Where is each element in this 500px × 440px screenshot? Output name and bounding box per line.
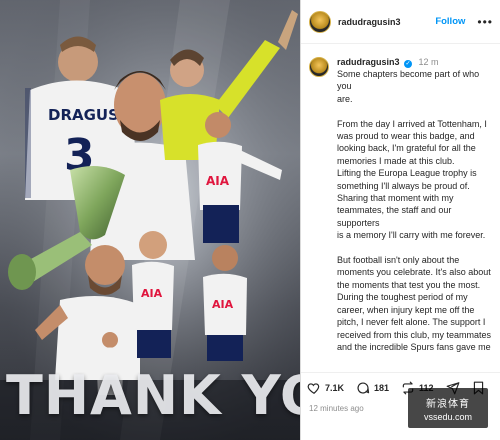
caption-line: teammates, the staff and our supporters <box>337 205 452 228</box>
watermark-line2: vssedu.com <box>423 411 473 422</box>
sponsor-logo-middle: AIA <box>141 287 163 300</box>
caption-header: radudragusin3 ✓ 12 m <box>337 56 493 68</box>
like-count: 7.1K <box>325 382 345 393</box>
caption-avatar[interactable] <box>309 57 329 77</box>
follow-button[interactable]: Follow <box>435 16 465 27</box>
caption-paragraph-gap <box>337 242 493 254</box>
caption-line: was proud to wear this badge, and <box>337 131 475 142</box>
caption-body: radudragusin3 ✓ 12 m Some chapters becom… <box>337 56 493 353</box>
caption-line: and the incredible Spurs fans gave me <box>337 341 491 352</box>
comment-count: 181 <box>374 382 390 393</box>
caption-line: But football isn't only about the <box>337 255 460 266</box>
caption-line: From the day I arrived at Tottenham, I <box>337 118 487 129</box>
comment-icon[interactable] <box>356 381 370 395</box>
post-timestamp[interactable]: 12 minutes ago <box>309 404 364 413</box>
caption-line: moments you celebrate. It's also about <box>337 267 491 278</box>
header-username[interactable]: radudragusin3 <box>338 17 401 27</box>
caption-line: memories I made at this club. <box>337 155 455 166</box>
caption-line: something I'll always be proud of. <box>337 180 470 191</box>
caption-line: Sharing that moment with my <box>337 193 454 204</box>
caption-line: are. <box>337 93 353 104</box>
caption-line: Lifting the Europa League trophy is <box>337 168 477 179</box>
caption-username[interactable]: radudragusin3 <box>337 57 400 67</box>
watermark-line1: 新浪体育 <box>426 398 470 410</box>
caption-line: pitch, I never felt alone. The support I <box>337 317 486 328</box>
caption-line: Some chapters become part of who you <box>337 69 480 92</box>
comment-action[interactable]: 181 <box>356 381 389 395</box>
avatar[interactable] <box>309 10 331 33</box>
post-image[interactable]: DRAGUSIN 3 AIA AIA AIA THANK Y <box>0 0 300 440</box>
like-action[interactable]: 7.1K <box>307 381 344 395</box>
caption-time: 12 m <box>418 57 439 67</box>
heart-icon[interactable] <box>307 381 321 395</box>
caption-line: is a memory I'll carry with me forever. <box>337 230 486 241</box>
sponsor-logo-right: AIA <box>212 298 234 311</box>
sponsor-logo: AIA <box>206 174 230 188</box>
thank-you-overlay-text: THANK YOU <box>6 364 300 427</box>
caption-line: During the toughest period of my <box>337 292 468 303</box>
caption-line: received from this club, my teammates <box>337 329 492 340</box>
caption-paragraph-gap <box>337 105 493 117</box>
caption-area[interactable]: radudragusin3 ✓ 12 m Some chapters becom… <box>301 44 500 372</box>
caption-text: Some chapters become part of who you are.… <box>337 68 493 353</box>
post-header: radudragusin3 Follow ••• <box>301 0 500 44</box>
caption-line: the moments that test you the most. <box>337 279 481 290</box>
site-watermark: 新浪体育 vssedu.com <box>408 388 488 428</box>
caption-line: looking back, I'm grateful for all the <box>337 143 476 154</box>
caption-row: radudragusin3 ✓ 12 m Some chapters becom… <box>309 56 493 353</box>
ellipsis-icon[interactable]: ••• <box>477 15 493 29</box>
caption-line: career, when injury kept me off the <box>337 304 475 315</box>
post-side-panel: radudragusin3 Follow ••• radudragusin3 ✓… <box>300 0 500 440</box>
verified-badge-icon: ✓ <box>404 60 413 68</box>
